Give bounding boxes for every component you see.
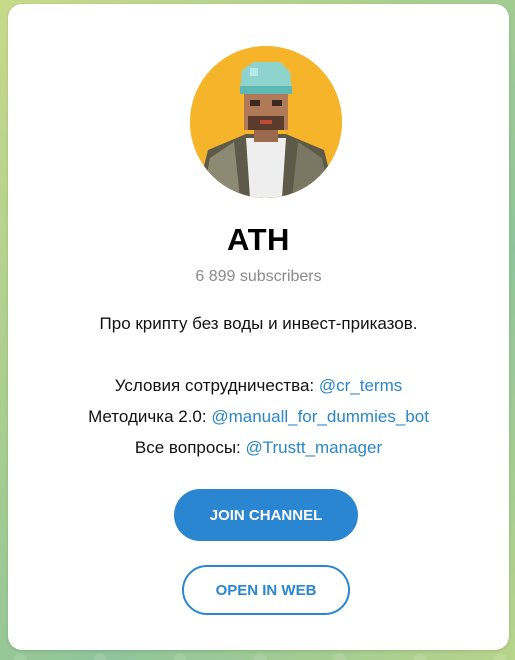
terms-link[interactable]: @cr_terms [319,376,402,395]
channel-avatar [190,46,342,198]
questions-label: Все вопросы: [134,438,246,457]
channel-description: Про крипту без воды и инвест-приказов. У… [8,308,509,463]
manual-bot-link[interactable]: @manuall_for_dummies_bot [211,407,429,426]
join-channel-button[interactable]: JOIN CHANNEL [174,489,358,541]
description-tagline: Про крипту без воды и инвест-приказов. [99,314,418,333]
avatar-portrait-icon [190,46,342,198]
description-line-manual: Методичка 2.0: @manuall_for_dummies_bot [8,401,509,432]
subscriber-count: 6 899 subscribers [195,268,322,285]
description-line-terms: Условия сотрудничества: @cr_terms [8,370,509,401]
terms-label: Условия сотрудничества: [114,376,319,395]
channel-preview-card: ATH 6 899 subscribers Про крипту без вод… [8,4,509,650]
manual-label: Методичка 2.0: [88,407,212,426]
channel-title: ATH [227,222,290,257]
open-in-web-button[interactable]: OPEN IN WEB [182,565,350,615]
manager-link[interactable]: @Trustt_manager [245,438,382,457]
description-line-questions: Все вопросы: @Trustt_manager [8,432,509,463]
description-spacer [8,339,509,370]
